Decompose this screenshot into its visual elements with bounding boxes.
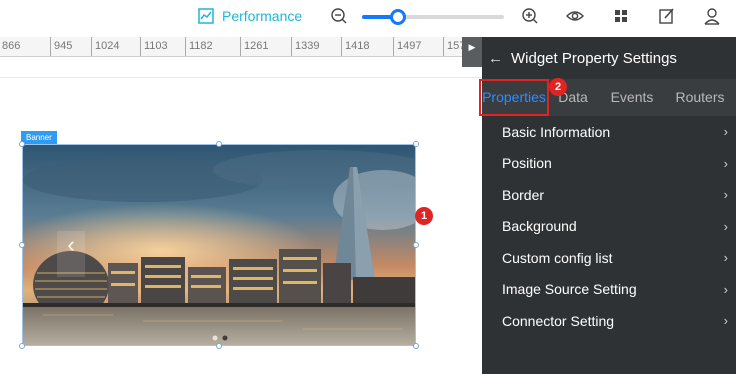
panel-header: ← Widget Property Settings bbox=[482, 37, 736, 79]
resize-handle[interactable] bbox=[19, 242, 25, 248]
eye-icon[interactable] bbox=[566, 7, 584, 25]
chevron-right-icon: › bbox=[723, 281, 728, 297]
tab-properties[interactable]: Properties bbox=[479, 79, 549, 116]
user-icon[interactable] bbox=[703, 7, 721, 25]
resize-handle[interactable] bbox=[19, 141, 25, 147]
resize-handle[interactable] bbox=[216, 343, 222, 349]
chevron-right-icon: › bbox=[723, 187, 728, 203]
section-custom-config-list[interactable]: Custom config list › bbox=[482, 242, 736, 274]
ruler-tick: 1261 bbox=[240, 37, 268, 56]
section-label: Basic Information bbox=[502, 123, 611, 140]
section-border[interactable]: Border › bbox=[482, 179, 736, 211]
carousel-dot[interactable] bbox=[212, 335, 218, 341]
ruler-tick: 1339 bbox=[291, 37, 319, 56]
chevron-right-icon: › bbox=[723, 250, 728, 266]
chevron-right-icon: › bbox=[723, 218, 728, 234]
zoom-in-icon[interactable] bbox=[521, 7, 539, 25]
zoom-slider-knob[interactable] bbox=[389, 9, 406, 25]
tab-routers[interactable]: Routers bbox=[667, 79, 733, 116]
section-label: Image Source Setting bbox=[502, 281, 637, 298]
performance-button[interactable]: Performance bbox=[198, 8, 302, 24]
ruler-tick: 1024 bbox=[91, 37, 119, 56]
section-background[interactable]: Background › bbox=[482, 211, 736, 243]
ruler-tick: 1497 bbox=[393, 37, 421, 56]
ruler-tick: 1576 bbox=[443, 37, 462, 56]
banner-widget[interactable]: ‹ bbox=[22, 144, 416, 346]
edit-icon[interactable] bbox=[658, 7, 676, 25]
back-arrow-icon[interactable]: ← bbox=[488, 50, 503, 67]
panel-title: Widget Property Settings bbox=[511, 49, 677, 67]
grid-icon[interactable] bbox=[612, 7, 630, 25]
zoom-out-icon[interactable] bbox=[330, 7, 348, 25]
chart-icon bbox=[198, 8, 214, 24]
ruler-tick: 1182 bbox=[185, 37, 213, 56]
property-sections: Basic Information › Position › Border › … bbox=[482, 116, 736, 337]
tab-events[interactable]: Events bbox=[597, 79, 667, 116]
resize-handle[interactable] bbox=[413, 242, 419, 248]
ruler-tick: 1418 bbox=[341, 37, 369, 56]
resize-handle[interactable] bbox=[413, 141, 419, 147]
horizontal-ruler: 866 945 1024 1103 1182 1261 1339 1418 14… bbox=[0, 37, 462, 57]
ruler-tick: 866 bbox=[0, 37, 20, 56]
canvas-guide-line bbox=[0, 77, 482, 78]
collapse-panel-button[interactable]: ▶ bbox=[462, 37, 482, 67]
resize-handle[interactable] bbox=[19, 343, 25, 349]
resize-handle[interactable] bbox=[413, 343, 419, 349]
section-image-source-setting[interactable]: Image Source Setting › bbox=[482, 274, 736, 306]
section-connector-setting[interactable]: Connector Setting › bbox=[482, 305, 736, 337]
section-basic-information[interactable]: Basic Information › bbox=[482, 116, 736, 148]
step-badge-2: 2 bbox=[549, 78, 567, 96]
banner-image: ‹ bbox=[23, 145, 415, 345]
carousel-prev-icon[interactable]: ‹ bbox=[67, 232, 74, 257]
step-badge-1: 1 bbox=[415, 207, 433, 225]
chevron-right-icon: › bbox=[723, 313, 728, 329]
widget-property-panel: ← Widget Property Settings Properties Da… bbox=[479, 37, 736, 374]
ruler-tick: 1103 bbox=[140, 37, 168, 56]
performance-label: Performance bbox=[222, 8, 303, 24]
resize-handle[interactable] bbox=[216, 141, 222, 147]
section-label: Border bbox=[502, 186, 545, 203]
zoom-slider[interactable] bbox=[362, 9, 504, 25]
ruler-tick: 945 bbox=[50, 37, 72, 56]
widget-type-tag: Banner bbox=[21, 131, 57, 144]
top-toolbar: Performance bbox=[0, 0, 736, 34]
carousel-dot-active[interactable] bbox=[222, 335, 228, 341]
section-position[interactable]: Position › bbox=[482, 148, 736, 180]
section-label: Position bbox=[502, 155, 552, 172]
panel-tabs: Properties Data Events Routers bbox=[479, 79, 736, 116]
section-label: Custom config list bbox=[502, 249, 613, 266]
chevron-right-icon: › bbox=[723, 124, 728, 140]
chevron-right-icon: › bbox=[723, 155, 728, 171]
section-label: Background bbox=[502, 218, 577, 235]
section-label: Connector Setting bbox=[502, 312, 615, 329]
